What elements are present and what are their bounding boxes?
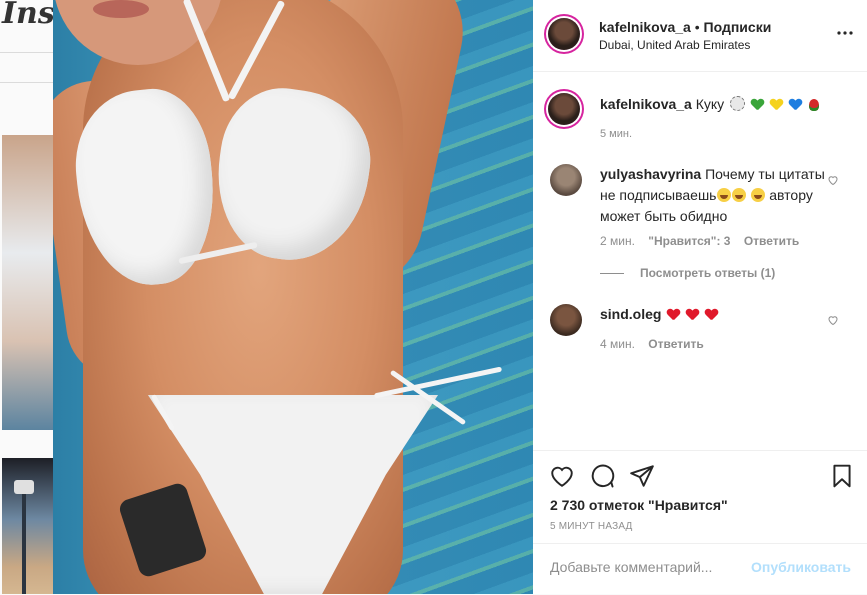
red-heart-icon — [705, 309, 718, 321]
post-actions: 2 730 отметок "Нравится" 5 МИНУТ НАЗАД — [533, 450, 867, 544]
add-comment-bar: Добавьте комментарий... Опубликовать — [533, 543, 867, 595]
comment-time[interactable]: 4 мин. — [600, 337, 635, 351]
post-photo[interactable] — [53, 0, 533, 594]
separator-dot: • — [694, 19, 700, 35]
post-panel: kafelnikova_a • Подписки Dubai, United A… — [533, 0, 867, 594]
divider — [600, 273, 624, 275]
like-heart-icon[interactable] — [549, 463, 575, 489]
comment-text: Почему ты — [705, 166, 775, 182]
feed-thumbnail[interactable] — [2, 458, 53, 594]
background-feed: Insta — [0, 0, 53, 594]
laughing-emoji-icon — [751, 188, 766, 202]
avatar[interactable] — [550, 304, 582, 336]
caption-username[interactable]: kafelnikova_a — [600, 96, 692, 112]
heart-outline-icon[interactable] — [827, 314, 839, 326]
comment-likes[interactable]: "Нравится": 3 — [648, 234, 730, 248]
red-heart-icon — [686, 309, 699, 321]
avatar[interactable] — [548, 18, 580, 50]
avatar[interactable] — [548, 93, 580, 125]
post-header: kafelnikova_a • Подписки Dubai, United A… — [533, 0, 867, 72]
avatar[interactable] — [550, 164, 582, 196]
post-username[interactable]: kafelnikova_a — [599, 19, 691, 35]
blue-heart-icon — [789, 99, 802, 111]
green-heart-icon — [751, 99, 764, 111]
comment-username[interactable]: yulyashavyrina — [600, 166, 701, 182]
reply-button[interactable]: Ответить — [744, 234, 799, 248]
following-button[interactable]: Подписки — [704, 19, 772, 35]
comment-input[interactable]: Добавьте комментарий... — [550, 559, 712, 575]
instagram-logo: Insta — [2, 0, 53, 31]
sun-icon — [730, 96, 746, 111]
yellow-heart-icon — [770, 99, 783, 111]
post-comment-button[interactable]: Опубликовать — [751, 559, 851, 575]
red-heart-icon — [667, 309, 680, 321]
feed-thumbnail[interactable] — [2, 135, 53, 430]
divider — [0, 82, 53, 83]
caption-time[interactable]: 5 мин. — [600, 128, 632, 140]
view-replies-button[interactable]: Посмотреть ответы (1) — [600, 266, 775, 280]
bookmark-icon[interactable] — [829, 463, 855, 489]
comment-time[interactable]: 2 мин. — [600, 234, 635, 248]
post-location[interactable]: Dubai, United Arab Emirates — [599, 38, 750, 52]
laughing-emoji-icon — [732, 188, 747, 202]
reply-button[interactable]: Ответить — [648, 337, 703, 351]
rose-icon — [808, 99, 819, 111]
caption-text: Куку — [695, 96, 725, 112]
laughing-emoji-icon — [717, 188, 732, 202]
share-icon[interactable] — [629, 463, 655, 489]
likes-count[interactable]: 2 730 отметок "Нравится" — [550, 497, 728, 513]
divider — [0, 52, 53, 53]
post-time-ago[interactable]: 5 МИНУТ НАЗАД — [550, 521, 633, 532]
heart-outline-icon[interactable] — [827, 174, 839, 186]
more-options-icon[interactable] — [837, 31, 853, 35]
view-replies-label: Посмотреть ответы (1) — [640, 266, 776, 280]
comment-username[interactable]: sind.oleg — [600, 306, 661, 322]
comment-icon[interactable] — [589, 463, 615, 489]
